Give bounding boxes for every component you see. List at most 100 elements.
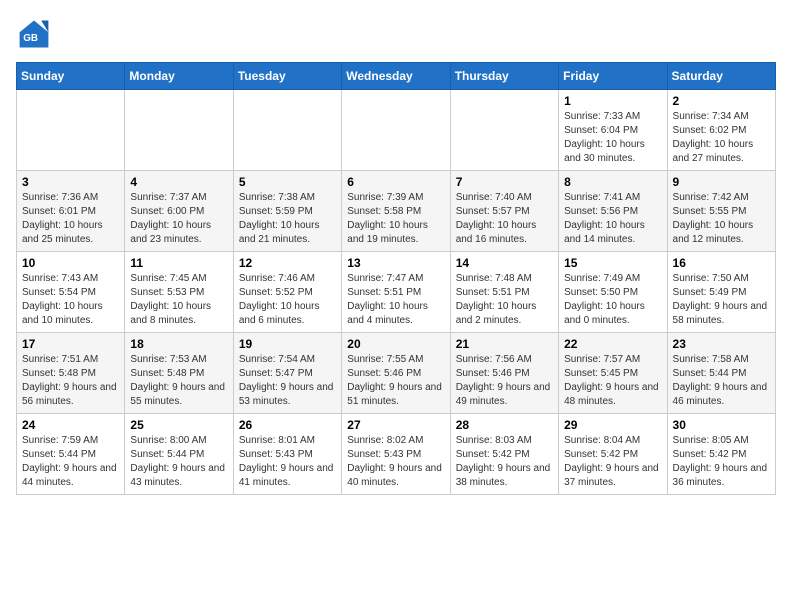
day-info: Sunrise: 7:46 AM Sunset: 5:52 PM Dayligh…: [239, 272, 336, 328]
calendar-cell: 14 Sunrise: 7:48 AM Sunset: 5:51 PM Dayli…: [450, 252, 558, 333]
calendar-cell: 6Sunrise: 7:39 AM Sunset: 5:58 PM Daylig…: [342, 171, 450, 252]
calendar-cell: 4 Sunrise: 7:37 AM Sunset: 6:00 PM Daylig…: [125, 171, 233, 252]
day-info: Sunrise: 7:48 AM Sunset: 5:51 PM Dayligh…: [456, 272, 553, 328]
day-number: 26: [239, 418, 336, 432]
day-info: Sunrise: 7:56 AM Sunset: 5:46 PM Dayligh…: [456, 353, 553, 409]
calendar-cell: 16 Sunrise: 7:50 AM Sunset: 5:49 PM Dayli…: [667, 252, 775, 333]
calendar-cell: 23 Sunrise: 7:58 AM Sunset: 5:44 PM Dayli…: [667, 333, 775, 414]
day-number: 13: [347, 256, 444, 270]
calendar-cell: 2 Sunrise: 7:34 AM Sunset: 6:02 PM Daylig…: [667, 90, 775, 171]
calendar-cell: 15 Sunrise: 7:49 AM Sunset: 5:50 PM Dayli…: [559, 252, 667, 333]
day-number: 17: [22, 337, 119, 351]
calendar-cell: 30Sunrise: 8:05 AM Sunset: 5:42 PM Dayli…: [667, 414, 775, 495]
day-number: 7: [456, 175, 553, 189]
day-number: 14: [456, 256, 553, 270]
day-info: Sunrise: 7:37 AM Sunset: 6:00 PM Dayligh…: [130, 191, 227, 247]
week-row-1: 3 Sunrise: 7:36 AM Sunset: 6:01 PM Daylig…: [17, 171, 776, 252]
calendar-cell: 22 Sunrise: 7:57 AM Sunset: 5:45 PM Dayli…: [559, 333, 667, 414]
day-info: Sunrise: 7:57 AM Sunset: 5:45 PM Dayligh…: [564, 353, 661, 409]
day-info: Sunrise: 8:00 AM Sunset: 5:44 PM Dayligh…: [130, 434, 227, 490]
day-info: Sunrise: 7:36 AM Sunset: 6:01 PM Dayligh…: [22, 191, 119, 247]
day-number: 8: [564, 175, 661, 189]
calendar-body: 1 Sunrise: 7:33 AM Sunset: 6:04 PM Daylig…: [17, 90, 776, 495]
day-number: 1: [564, 94, 661, 108]
calendar-cell: 27Sunrise: 8:02 AM Sunset: 5:43 PM Dayli…: [342, 414, 450, 495]
day-info: Sunrise: 7:41 AM Sunset: 5:56 PM Dayligh…: [564, 191, 661, 247]
weekday-tuesday: Tuesday: [233, 63, 341, 90]
day-number: 10: [22, 256, 119, 270]
day-info: Sunrise: 7:47 AM Sunset: 5:51 PM Dayligh…: [347, 272, 444, 328]
day-number: 2: [673, 94, 770, 108]
calendar-cell: 7 Sunrise: 7:40 AM Sunset: 5:57 PM Daylig…: [450, 171, 558, 252]
page-header: GB: [16, 16, 776, 52]
day-info: Sunrise: 8:04 AM Sunset: 5:42 PM Dayligh…: [564, 434, 661, 490]
day-info: Sunrise: 7:51 AM Sunset: 5:48 PM Dayligh…: [22, 353, 119, 409]
day-info: Sunrise: 7:34 AM Sunset: 6:02 PM Dayligh…: [673, 110, 770, 166]
calendar-cell: 21 Sunrise: 7:56 AM Sunset: 5:46 PM Dayli…: [450, 333, 558, 414]
logo-icon: GB: [16, 16, 52, 52]
day-info: Sunrise: 8:03 AM Sunset: 5:42 PM Dayligh…: [456, 434, 553, 490]
day-number: 21: [456, 337, 553, 351]
day-number: 29: [564, 418, 661, 432]
calendar-cell: 26Sunrise: 8:01 AM Sunset: 5:43 PM Dayli…: [233, 414, 341, 495]
calendar-cell: 8 Sunrise: 7:41 AM Sunset: 5:56 PM Daylig…: [559, 171, 667, 252]
day-number: 30: [673, 418, 770, 432]
day-info: Sunrise: 7:49 AM Sunset: 5:50 PM Dayligh…: [564, 272, 661, 328]
day-number: 25: [130, 418, 227, 432]
weekday-header-row: SundayMondayTuesdayWednesdayThursdayFrid…: [17, 63, 776, 90]
day-number: 3: [22, 175, 119, 189]
day-info: Sunrise: 7:50 AM Sunset: 5:49 PM Dayligh…: [673, 272, 770, 328]
day-number: 20: [347, 337, 444, 351]
calendar-cell: 11 Sunrise: 7:45 AM Sunset: 5:53 PM Dayli…: [125, 252, 233, 333]
day-number: 6: [347, 175, 444, 189]
calendar-cell: 9 Sunrise: 7:42 AM Sunset: 5:55 PM Daylig…: [667, 171, 775, 252]
day-number: 16: [673, 256, 770, 270]
day-number: 19: [239, 337, 336, 351]
day-number: 22: [564, 337, 661, 351]
calendar-cell: [450, 90, 558, 171]
calendar-cell: 25 Sunrise: 8:00 AM Sunset: 5:44 PM Dayli…: [125, 414, 233, 495]
week-row-0: 1 Sunrise: 7:33 AM Sunset: 6:04 PM Daylig…: [17, 90, 776, 171]
day-number: 5: [239, 175, 336, 189]
calendar-cell: 10 Sunrise: 7:43 AM Sunset: 5:54 PM Dayli…: [17, 252, 125, 333]
day-info: Sunrise: 7:58 AM Sunset: 5:44 PM Dayligh…: [673, 353, 770, 409]
weekday-wednesday: Wednesday: [342, 63, 450, 90]
calendar-cell: 12 Sunrise: 7:46 AM Sunset: 5:52 PM Dayli…: [233, 252, 341, 333]
calendar-cell: 19 Sunrise: 7:54 AM Sunset: 5:47 PM Dayli…: [233, 333, 341, 414]
day-number: 9: [673, 175, 770, 189]
day-number: 24: [22, 418, 119, 432]
calendar-cell: 28Sunrise: 8:03 AM Sunset: 5:42 PM Dayli…: [450, 414, 558, 495]
day-number: 12: [239, 256, 336, 270]
day-info: Sunrise: 8:02 AM Sunset: 5:43 PM Dayligh…: [347, 434, 444, 490]
calendar-cell: 1 Sunrise: 7:33 AM Sunset: 6:04 PM Daylig…: [559, 90, 667, 171]
calendar-cell: 3 Sunrise: 7:36 AM Sunset: 6:01 PM Daylig…: [17, 171, 125, 252]
calendar-cell: [125, 90, 233, 171]
calendar-cell: 5 Sunrise: 7:38 AM Sunset: 5:59 PM Daylig…: [233, 171, 341, 252]
svg-text:GB: GB: [23, 33, 38, 44]
week-row-4: 24Sunrise: 7:59 AM Sunset: 5:44 PM Dayli…: [17, 414, 776, 495]
day-info: Sunrise: 7:45 AM Sunset: 5:53 PM Dayligh…: [130, 272, 227, 328]
calendar-cell: 18 Sunrise: 7:53 AM Sunset: 5:48 PM Dayli…: [125, 333, 233, 414]
week-row-2: 10 Sunrise: 7:43 AM Sunset: 5:54 PM Dayli…: [17, 252, 776, 333]
weekday-monday: Monday: [125, 63, 233, 90]
day-info: Sunrise: 7:43 AM Sunset: 5:54 PM Dayligh…: [22, 272, 119, 328]
day-info: Sunrise: 7:33 AM Sunset: 6:04 PM Dayligh…: [564, 110, 661, 166]
day-info: Sunrise: 7:54 AM Sunset: 5:47 PM Dayligh…: [239, 353, 336, 409]
day-number: 4: [130, 175, 227, 189]
day-number: 23: [673, 337, 770, 351]
day-info: Sunrise: 7:42 AM Sunset: 5:55 PM Dayligh…: [673, 191, 770, 247]
day-info: Sunrise: 7:40 AM Sunset: 5:57 PM Dayligh…: [456, 191, 553, 247]
day-info: Sunrise: 7:55 AM Sunset: 5:46 PM Dayligh…: [347, 353, 444, 409]
day-info: Sunrise: 7:53 AM Sunset: 5:48 PM Dayligh…: [130, 353, 227, 409]
day-number: 15: [564, 256, 661, 270]
calendar-cell: 29 Sunrise: 8:04 AM Sunset: 5:42 PM Dayli…: [559, 414, 667, 495]
weekday-friday: Friday: [559, 63, 667, 90]
calendar-cell: 24Sunrise: 7:59 AM Sunset: 5:44 PM Dayli…: [17, 414, 125, 495]
calendar-cell: [17, 90, 125, 171]
day-info: Sunrise: 7:38 AM Sunset: 5:59 PM Dayligh…: [239, 191, 336, 247]
day-number: 11: [130, 256, 227, 270]
day-number: 18: [130, 337, 227, 351]
calendar-cell: 20 Sunrise: 7:55 AM Sunset: 5:46 PM Dayli…: [342, 333, 450, 414]
logo: GB: [16, 16, 56, 52]
calendar-cell: [233, 90, 341, 171]
